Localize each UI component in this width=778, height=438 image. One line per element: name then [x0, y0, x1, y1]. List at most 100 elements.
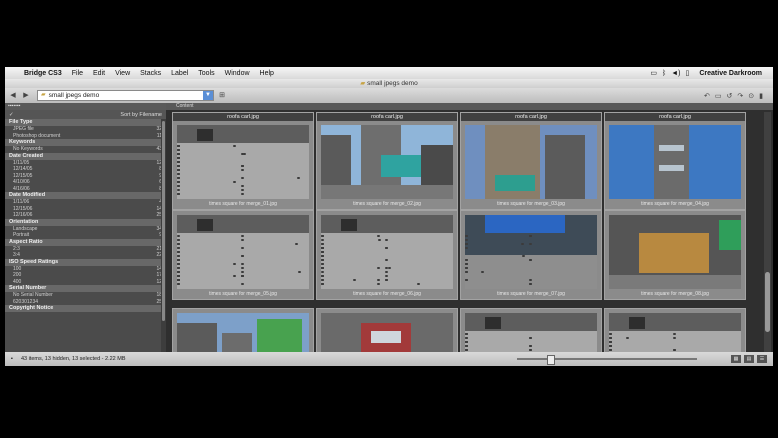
thumbnail-image[interactable] [321, 215, 453, 289]
path-text: small jpegs demo [48, 92, 100, 99]
filter-group-title[interactable]: Date Modified [5, 192, 166, 199]
menu-help[interactable]: Help [255, 70, 279, 77]
content-scroll-thumb[interactable] [765, 272, 770, 332]
filter-group-title[interactable]: Orientation [5, 218, 166, 226]
thumbnail-item[interactable]: times square for merge_07.jpg [460, 210, 602, 300]
filter-group: Date Modified1/11/06412/15/061412/16/062… [5, 192, 166, 219]
user-name[interactable]: Creative Darkroom [694, 70, 767, 77]
thumbnail-item[interactable]: roofa carl.jpg times square for merge_04.… [604, 112, 746, 210]
filter-tabs[interactable]: ▪▪▪▪▪▪▪ [5, 103, 166, 110]
pigeon-shape [177, 239, 180, 241]
pigeon-shape [177, 149, 180, 151]
content-scrollbar[interactable] [764, 112, 771, 352]
pigeon-shape [177, 275, 180, 277]
thumbnail-caption: times square for merge_02.jpg [353, 201, 421, 207]
menu-edit[interactable]: Edit [88, 70, 110, 77]
pigeon-shape [385, 275, 388, 277]
thumbnail-image[interactable] [609, 215, 741, 289]
back-icon[interactable]: ◀ [8, 91, 18, 100]
pigeon-shape [529, 349, 532, 351]
sort-by-menu[interactable]: Sort by Filename [120, 112, 162, 118]
volume-icon[interactable]: ◄) [671, 70, 680, 77]
trash-icon[interactable]: ▮ [759, 92, 763, 100]
thumbnail-image[interactable] [177, 215, 309, 289]
slider-knob[interactable] [547, 355, 555, 365]
thumbnail-item[interactable]: roofa carl.jpg times square for merge_01.… [172, 112, 314, 210]
menu-view[interactable]: View [110, 70, 135, 77]
pigeon-shape [378, 239, 381, 241]
view-details-button[interactable]: ☰ [757, 355, 767, 363]
filter-group-title[interactable]: Copyright Notice [5, 305, 166, 312]
filter-row-label: No Keywords [13, 146, 43, 152]
billboard-shape [495, 175, 535, 191]
filter-group-title[interactable]: Keywords [5, 139, 166, 146]
filter-group: Date Created1/11/051212/14/05812/15/0594… [5, 152, 166, 193]
pigeon-shape [177, 255, 180, 257]
thumbnail-image[interactable] [321, 125, 453, 199]
battery-icon[interactable]: ▯ [686, 69, 690, 77]
thumbnail-size-slider[interactable] [517, 355, 697, 365]
filter-group-title[interactable]: File Type [5, 119, 166, 126]
pigeon-shape [385, 239, 388, 241]
pigeon-shape [673, 333, 676, 335]
street-shape [609, 275, 741, 289]
pigeon-shape [298, 271, 301, 273]
recent-folder-icon[interactable]: ⊞ [217, 91, 227, 100]
view-thumbnails-button[interactable]: ▦ [731, 355, 741, 363]
filter-group-title[interactable]: Date Created [5, 152, 166, 160]
menu-tools[interactable]: Tools [193, 70, 219, 77]
pigeon-shape [177, 279, 180, 281]
pigeon-shape [465, 337, 468, 339]
thumbnail-item[interactable]: roofa carl.jpg times square for merge_03.… [460, 112, 602, 210]
pigeon-shape [241, 275, 244, 277]
rotate-right-icon[interactable]: ↷ [737, 92, 743, 100]
pigeon-shape [233, 263, 236, 265]
chevron-down-icon[interactable]: ▼ [203, 91, 213, 100]
filter-group-title[interactable]: Aspect Ratio [5, 238, 166, 246]
thumbnail-item[interactable]: times square for merge_08.jpg [604, 210, 746, 300]
thumbnail-image[interactable] [465, 125, 597, 199]
bluetooth-icon[interactable]: ᛒ [662, 70, 666, 77]
pigeon-shape [177, 169, 180, 171]
pigeon-shape [177, 267, 180, 269]
display-icon[interactable]: ▭ [650, 69, 657, 77]
thumbnail-item[interactable]: times square for merge_05.jpg [172, 210, 314, 300]
rotate-left-icon[interactable]: ↶ [704, 92, 710, 100]
pigeon-shape [233, 275, 236, 277]
filter-scroll-thumb[interactable] [162, 121, 165, 321]
pigeon-shape [609, 345, 612, 347]
pigeon-shape [177, 153, 180, 155]
view-filmstrip-button[interactable]: ▤ [744, 355, 754, 363]
thumbnail-image[interactable] [177, 125, 309, 199]
pigeon-shape [465, 341, 468, 343]
pigeon-shape [241, 235, 244, 237]
window-band-shape [659, 145, 684, 151]
pigeon-shape [177, 235, 180, 237]
camera-raw-icon[interactable]: ▭ [715, 92, 722, 100]
filter-group-title[interactable]: ISO Speed Ratings [5, 258, 166, 266]
menu-file[interactable]: File [67, 70, 88, 77]
menu-app[interactable]: Bridge CS3 [19, 70, 67, 77]
thumbnail-image[interactable] [609, 125, 741, 199]
pigeon-shape [177, 181, 180, 183]
thumbnail-item[interactable]: roofa carl.jpg times square for merge_02.… [316, 112, 458, 210]
thumbnail-caption: times square for merge_04.jpg [641, 201, 709, 207]
refine-icon[interactable]: ⊙ [748, 92, 754, 100]
thumbnail-image[interactable] [465, 215, 597, 289]
filter-group-title[interactable]: Serial Number [5, 285, 166, 292]
pigeon-shape [377, 279, 380, 281]
forward-icon[interactable]: ▶ [21, 91, 31, 100]
pigeon-shape [241, 153, 244, 155]
pigeon-shape [321, 271, 324, 273]
menu-window[interactable]: Window [220, 70, 255, 77]
tab-content[interactable]: Content [166, 103, 773, 110]
undo-icon[interactable]: ↺ [727, 92, 733, 100]
pigeon-shape [177, 283, 180, 285]
menu-label[interactable]: Label [166, 70, 193, 77]
path-bar[interactable]: ▰ small jpegs demo ▼ [37, 90, 214, 101]
pigeon-shape [321, 251, 324, 253]
pigeon-shape [241, 263, 244, 265]
thumbnail-item[interactable]: times square for merge_06.jpg [316, 210, 458, 300]
filter-clear-icon[interactable]: ✓ [9, 112, 14, 118]
menu-stacks[interactable]: Stacks [135, 70, 166, 77]
